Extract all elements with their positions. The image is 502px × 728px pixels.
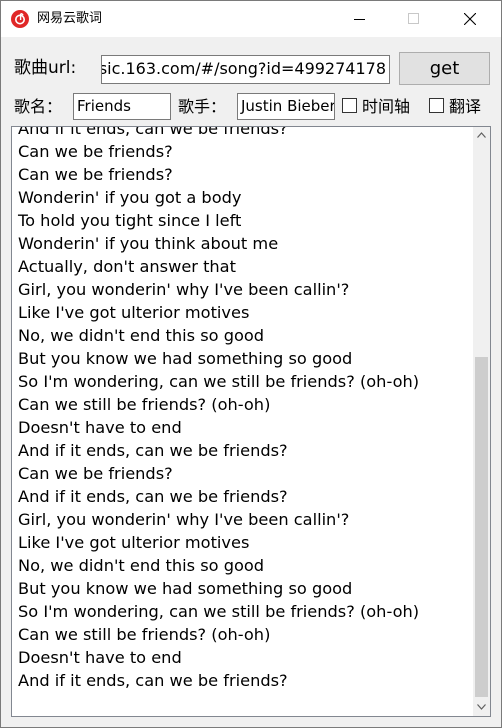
lyric-line: Can we be friends? <box>18 165 173 184</box>
lyric-line: No, we didn't end this so good <box>18 326 265 345</box>
lyric-line: Can we still be friends? (oh-oh) <box>18 395 271 414</box>
lyric-line: So I'm wondering, can we still be friend… <box>18 372 420 391</box>
scroll-down-button[interactable] <box>473 699 490 716</box>
get-button[interactable]: get <box>399 52 490 85</box>
lyric-line: Wonderin' if you got a body <box>18 188 242 207</box>
title-bar[interactable]: 网易云歌词 <box>1 1 501 37</box>
lyric-line: Like I've got ulterior motives <box>18 533 250 552</box>
lyric-line: No, we didn't end this so good <box>18 556 265 575</box>
app-window: 网易云歌词 歌曲url: sic.163.com/#/song?id=49927… <box>0 0 502 728</box>
chevron-up-icon <box>477 132 486 138</box>
lyric-line: Can we be friends? <box>18 142 173 161</box>
lyric-line: Can we be friends? <box>18 464 173 483</box>
lyric-line: Girl, you wonderin' why I've been callin… <box>18 510 350 529</box>
timeline-checkbox[interactable] <box>342 98 357 113</box>
chevron-down-icon <box>477 704 486 710</box>
vertical-scrollbar[interactable] <box>473 127 490 716</box>
lyric-line: Doesn't have to end <box>18 648 182 667</box>
minimize-icon <box>354 19 365 20</box>
lyric-line: And if it ends, can we be friends? <box>18 671 288 690</box>
song-url-input[interactable]: sic.163.com/#/song?id=499274178 <box>101 55 390 84</box>
close-button[interactable] <box>447 1 493 37</box>
lyric-line: So I'm wondering, can we still be friend… <box>18 602 420 621</box>
singer-input[interactable]: Justin Bieber <box>237 93 335 120</box>
lyrics-textarea[interactable]: And if it ends, can we be friends? Can we… <box>11 126 491 717</box>
lyric-line: Girl, you wonderin' why I've been callin… <box>18 280 350 299</box>
lyric-line: Like I've got ulterior motives <box>18 303 250 322</box>
singer-label: 歌手： <box>178 97 227 116</box>
lyric-line: To hold you tight since I left <box>18 211 242 230</box>
timeline-label[interactable]: 时间轴 <box>362 96 410 118</box>
song-name-input[interactable]: Friends <box>73 93 171 120</box>
scrollbar-thumb[interactable] <box>475 357 488 697</box>
lyric-line: And if it ends, can we be friends? <box>18 487 288 506</box>
netease-music-icon <box>11 10 29 28</box>
minimize-button[interactable] <box>337 1 383 37</box>
song-url-label: 歌曲url: <box>14 58 77 78</box>
lyric-line: Wonderin' if you think about me <box>18 234 279 253</box>
lyric-line: Doesn't have to end <box>18 418 182 437</box>
translate-label[interactable]: 翻译 <box>449 96 481 118</box>
lyrics-list: And if it ends, can we be friends? Can we… <box>18 126 463 692</box>
maximize-icon <box>408 13 419 24</box>
lyric-line: Actually, don't answer that <box>18 257 236 276</box>
window-title: 网易云歌词 <box>37 11 103 26</box>
lyric-line: And if it ends, can we be friends? <box>18 126 288 138</box>
scroll-up-button[interactable] <box>473 127 490 144</box>
translate-checkbox[interactable] <box>429 98 444 113</box>
song-url-value: sic.163.com/#/song?id=499274178 <box>101 59 386 78</box>
maximize-button[interactable] <box>391 1 437 37</box>
lyric-line: And if it ends, can we be friends? <box>18 441 288 460</box>
lyric-line: But you know we had something so good <box>18 349 353 368</box>
lyric-line: Can we still be friends? (oh-oh) <box>18 625 271 644</box>
close-icon <box>464 13 476 25</box>
song-name-label: 歌名： <box>14 97 63 116</box>
lyric-line: But you know we had something so good <box>18 579 353 598</box>
